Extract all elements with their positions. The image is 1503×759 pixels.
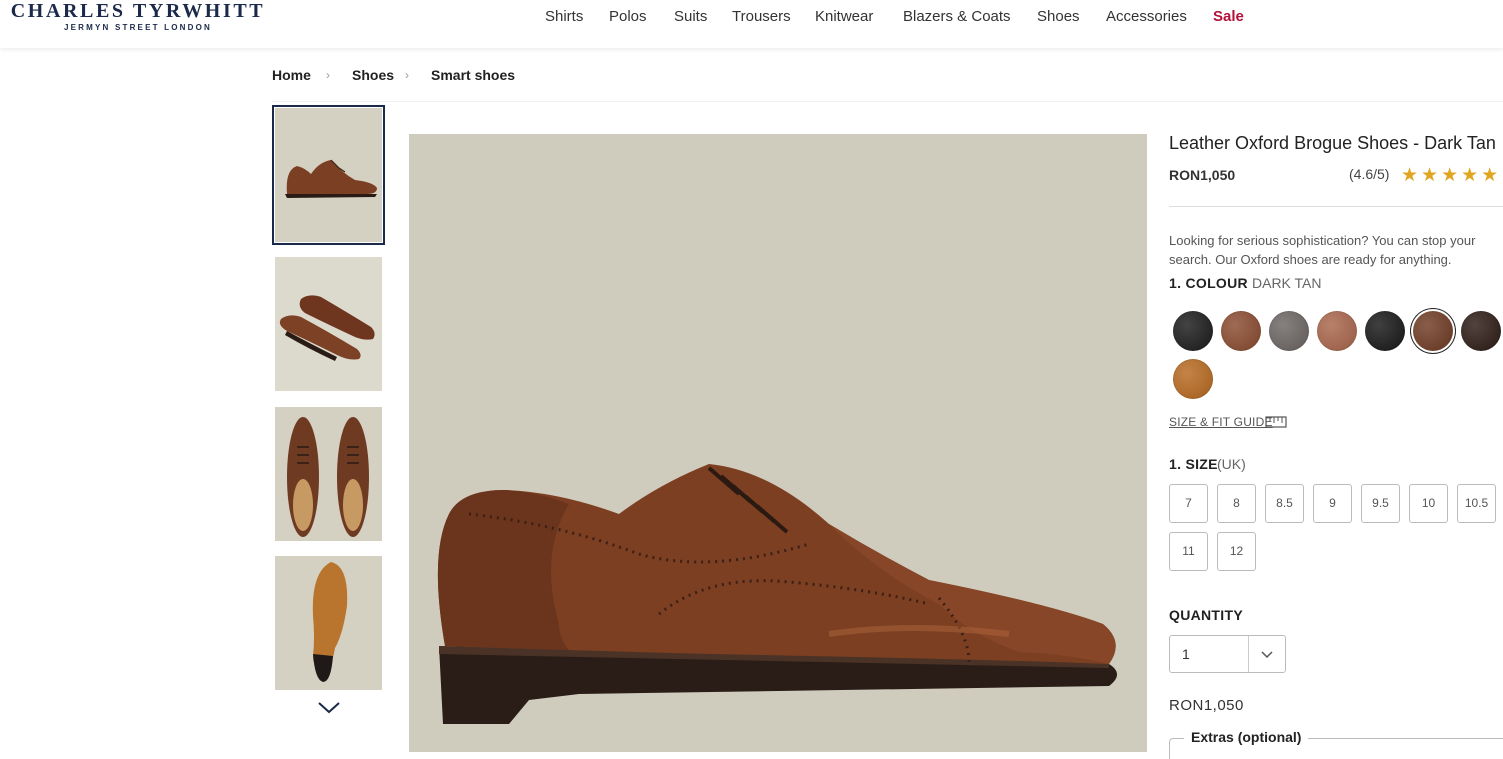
size-option-button[interactable]: 8 [1217,484,1256,523]
colour-swatch[interactable] [1461,311,1501,351]
colour-swatch[interactable] [1269,311,1309,351]
rating-stars-icon[interactable]: ★★★★★ [1401,164,1501,187]
thumbnail-pair-top-view[interactable] [275,407,382,541]
nav-item-shirts[interactable]: Shirts [545,8,583,25]
size-fit-guide-link[interactable]: SIZE & FIT GUIDE [1169,415,1273,429]
thumbnail-angled-view[interactable] [275,257,382,391]
colour-swatch[interactable] [1221,311,1261,351]
brand-logo[interactable]: CHARLES TYRWHITT JERMYN STREET LONDON [3,0,273,33]
quantity-select[interactable]: 1 [1169,635,1286,673]
product-price: RON1,050 [1169,167,1236,183]
brand-tagline: JERMYN STREET LONDON [63,23,212,32]
nav-item-polos[interactable]: Polos [609,8,647,25]
breadcrumb-separator: › [405,68,409,82]
size-option-button[interactable]: 10 [1409,484,1448,523]
colour-swatch[interactable] [1317,311,1357,351]
breadcrumb-home[interactable]: Home [272,67,311,83]
info-divider [1169,206,1503,207]
shoe-angled-view-image [275,257,382,391]
extras-label: Extras (optional) [1184,729,1309,745]
product-rating[interactable]: (4.6/5) [1349,166,1389,182]
size-option-button[interactable]: 9.5 [1361,484,1400,523]
ruler-icon[interactable] [1265,416,1287,428]
size-label: 1. SIZE [1169,456,1218,472]
shoe-main-image [409,134,1147,752]
summary-price: RON1,050 [1169,697,1244,714]
size-option-button[interactable]: 10.5 [1457,484,1496,523]
breadcrumb-separator: › [326,68,330,82]
thumbnail-side-view[interactable] [272,105,385,245]
thumbnail-sole-view[interactable] [275,556,382,690]
size-option-button[interactable]: 9 [1313,484,1352,523]
main-product-image[interactable] [409,134,1147,752]
size-option-button[interactable]: 8.5 [1265,484,1304,523]
quantity-divider [1248,636,1249,672]
chevron-down-icon[interactable] [1260,649,1274,659]
colour-swatch[interactable] [1365,311,1405,351]
product-title: Leather Oxford Brogue Shoes - Dark Tan [1169,133,1496,153]
brand-name: CHARLES TYRWHITT [10,0,266,22]
chevron-down-icon[interactable] [316,697,342,717]
size-unit: (UK) [1217,456,1246,472]
extras-fieldset: Extras (optional) [1169,729,1503,759]
size-option-button[interactable]: 7 [1169,484,1208,523]
shoe-pair-top-view-image [275,407,382,541]
colour-selected-value: DARK TAN [1252,275,1322,291]
shoe-side-view-image [275,108,382,242]
nav-item-blazers-coats[interactable]: Blazers & Coats [903,8,1011,25]
colour-label: 1. COLOUR [1169,275,1248,291]
colour-swatch[interactable] [1413,311,1453,351]
nav-item-knitwear[interactable]: Knitwear [815,8,873,25]
colour-swatch[interactable] [1173,311,1213,351]
nav-item-suits[interactable]: Suits [674,8,707,25]
colour-swatch[interactable] [1173,359,1213,399]
nav-item-shoes[interactable]: Shoes [1037,8,1080,25]
shoe-sole-view-image [275,556,382,690]
quantity-label: QUANTITY [1169,607,1243,623]
product-info-panel: Leather Oxford Brogue Shoes - Dark Tan R… [1169,0,1503,759]
quantity-value: 1 [1182,646,1190,662]
size-option-button[interactable]: 12 [1217,532,1256,571]
size-option-button[interactable]: 11 [1169,532,1208,571]
breadcrumb-current[interactable]: Smart shoes [431,67,515,83]
nav-item-trousers[interactable]: Trousers [732,8,791,25]
product-description: Looking for serious sophistication? You … [1169,233,1476,267]
breadcrumb-shoes[interactable]: Shoes [352,67,394,83]
